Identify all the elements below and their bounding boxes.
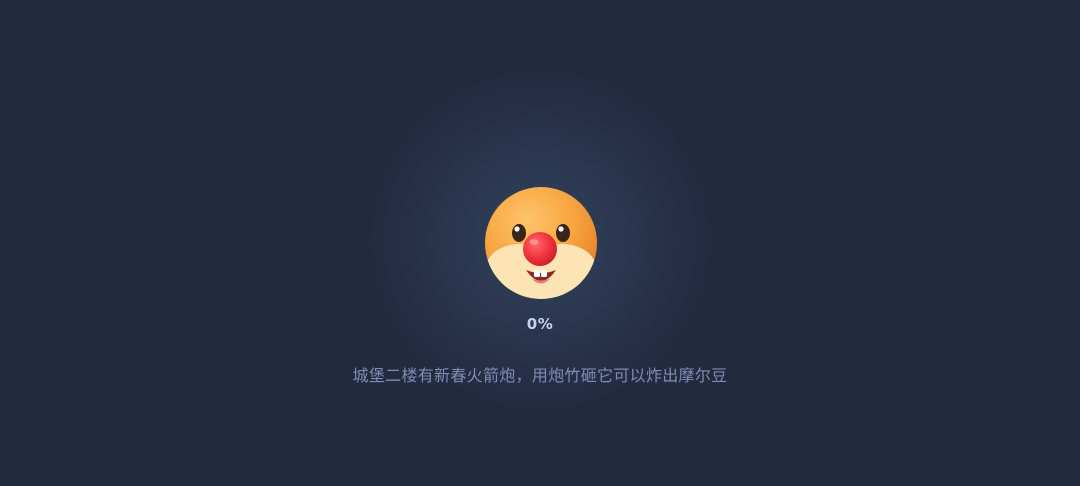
loading-tip-text: 城堡二楼有新春火箭炮，用炮竹砸它可以炸出摩尔豆 — [352, 366, 728, 385]
hamster-face-icon — [485, 187, 597, 299]
loading-screen: 0% 城堡二楼有新春火箭炮，用炮竹砸它可以炸出摩尔豆 — [0, 0, 1080, 486]
loading-progress-text: 0% — [526, 315, 554, 333]
